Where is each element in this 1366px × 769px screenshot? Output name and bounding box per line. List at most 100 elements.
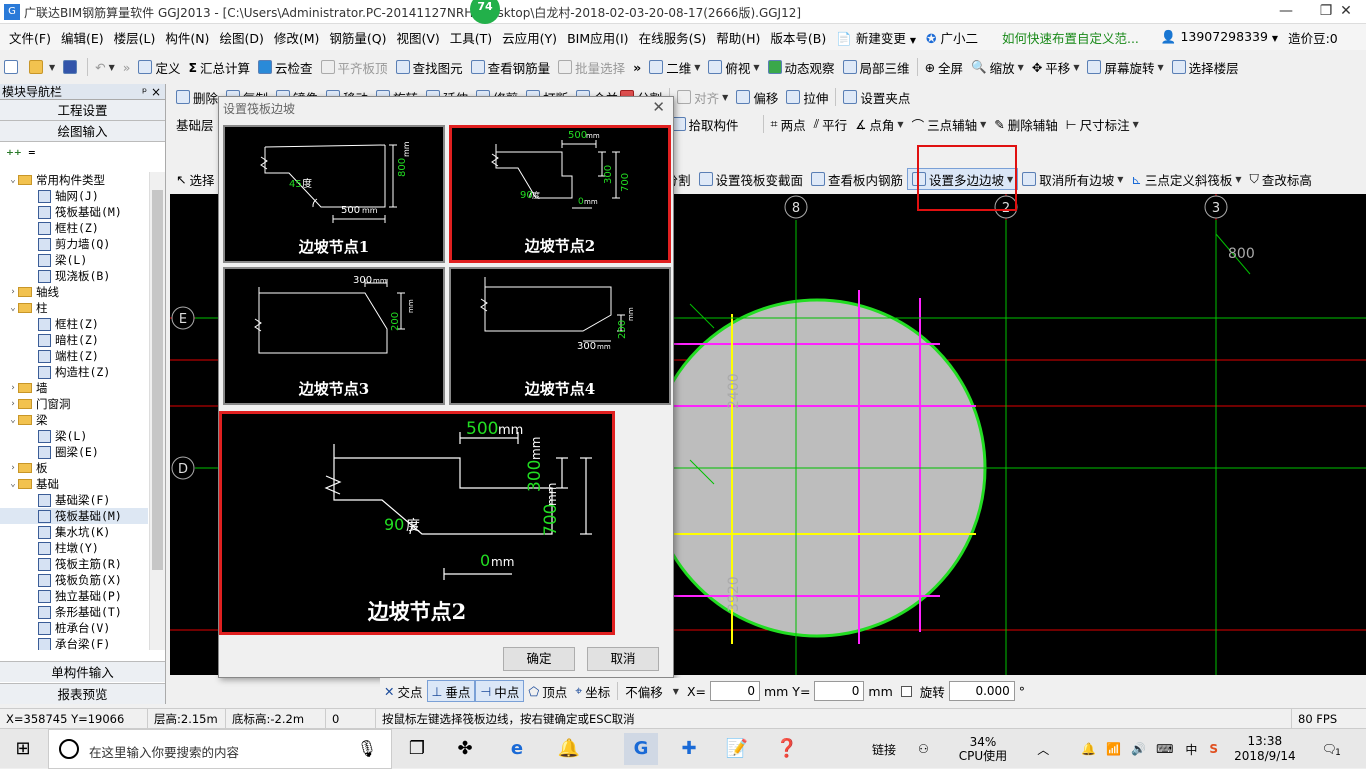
delete-axis-button[interactable]: ✎ 删除辅轴 bbox=[990, 113, 1062, 135]
fullscreen-button[interactable]: ⊕ 全屏 bbox=[921, 56, 968, 78]
stretch-button[interactable]: 拉伸 bbox=[782, 86, 832, 108]
menu-online[interactable]: 在线服务(S) bbox=[634, 28, 712, 47]
action-center-icon[interactable]: 🗨 1 bbox=[1322, 742, 1341, 758]
define-button[interactable]: 定义 bbox=[134, 56, 184, 78]
parallel-axis-button[interactable]: ⫽ 平行 bbox=[810, 113, 852, 135]
y-offset-input[interactable]: 0 bbox=[814, 681, 865, 701]
ime-indicator[interactable]: 中 bbox=[1185, 741, 1197, 758]
tree-item[interactable]: 集水坑(K) bbox=[0, 524, 148, 540]
tree-item[interactable]: 端柱(Z) bbox=[0, 348, 148, 364]
three-point-slope-dropdown[interactable]: ⊾ 三点定义斜筏板 ▼ bbox=[1127, 168, 1245, 190]
tree-folder[interactable]: › 轴线 bbox=[0, 284, 148, 300]
collapse-toggle-icon[interactable]: ⌄ bbox=[8, 412, 18, 428]
link-label[interactable]: 链接 bbox=[872, 741, 896, 758]
find-element-button[interactable]: 查找图元 bbox=[392, 56, 467, 78]
tree-item[interactable]: 剪力墙(Q) bbox=[0, 236, 148, 252]
ok-button[interactable]: 确定 bbox=[503, 647, 575, 671]
expand-toggle-icon[interactable]: › bbox=[8, 460, 18, 476]
flat-top-button[interactable]: 平齐板顶 bbox=[317, 56, 392, 78]
slope-node-option-4[interactable]: 300 mm 200 mm 边坡节点4 bbox=[449, 267, 671, 405]
pick-component-button[interactable]: 拾取构件 bbox=[668, 113, 743, 135]
batch-select-button[interactable]: 批量选择 bbox=[554, 56, 629, 78]
expand-all-icon[interactable]: ⁺⁺ bbox=[6, 146, 22, 164]
rotate-screen-dropdown[interactable]: 屏幕旋转 ▼ bbox=[1083, 56, 1167, 78]
notes-app-button[interactable]: 📝 bbox=[720, 733, 754, 765]
open-file-button[interactable]: ▼ bbox=[25, 56, 59, 78]
assistant-button[interactable]: ✪ 广小二 bbox=[921, 28, 983, 47]
tree-item[interactable]: 轴网(J) bbox=[0, 188, 148, 204]
tree-folder[interactable]: ⌄ 基础 bbox=[0, 476, 148, 492]
menu-draw[interactable]: 绘图(D) bbox=[214, 28, 268, 47]
save-button[interactable] bbox=[59, 56, 84, 78]
tree-item[interactable]: 条形基础(T) bbox=[0, 604, 148, 620]
snap-vertex-toggle[interactable]: ⬠ 顶点 bbox=[524, 680, 571, 702]
set-grip-button[interactable]: 设置夹点 bbox=[839, 86, 914, 108]
cancel-all-slopes-dropdown[interactable]: 取消所有边坡 ▼ bbox=[1018, 168, 1127, 190]
tree-item[interactable]: 筏板主筋(R) bbox=[0, 556, 148, 572]
snap-midpoint-toggle[interactable]: ⊣ 中点 bbox=[475, 680, 525, 702]
tree-item[interactable]: 桩承台(V) bbox=[0, 620, 148, 636]
slope-node-option-1[interactable]: 800 mm 45 度 500 mm 边坡节点1 bbox=[223, 125, 445, 263]
redo-button[interactable]: » bbox=[119, 56, 135, 78]
sogou-icon[interactable]: S bbox=[1209, 742, 1218, 756]
menu-rebar-qty[interactable]: 钢筋量(Q) bbox=[324, 28, 391, 47]
menu-edit[interactable]: 编辑(E) bbox=[56, 28, 109, 47]
tree-item[interactable]: 筏板基础(M) bbox=[0, 204, 148, 220]
user-phone[interactable]: 👤 13907298339 ▼ bbox=[1156, 29, 1283, 45]
cpu-meter[interactable]: 34% CPU使用 bbox=[959, 735, 1007, 763]
x-offset-input[interactable]: 0 bbox=[709, 681, 760, 701]
layer-select[interactable]: 基础层 bbox=[172, 113, 218, 135]
tree-item[interactable]: 梁(L) bbox=[0, 428, 148, 444]
tray-overflow-icon[interactable]: ︿ bbox=[1037, 741, 1049, 758]
dynamic-observe-button[interactable]: 动态观察 bbox=[764, 56, 839, 78]
minimize-button[interactable]: — bbox=[1266, 0, 1306, 24]
tip-link[interactable]: 如何快速布置自定义范... bbox=[997, 28, 1144, 47]
expand-toggle-icon[interactable]: › bbox=[8, 396, 18, 412]
wifi-icon[interactable]: 📶 bbox=[1106, 742, 1121, 756]
tree-item[interactable]: 现浇板(B) bbox=[0, 268, 148, 284]
fan-app-button[interactable]: ✤ bbox=[448, 733, 482, 765]
tree-folder[interactable]: › 门窗洞 bbox=[0, 396, 148, 412]
tree-item[interactable]: 框柱(Z) bbox=[0, 220, 148, 236]
view-2d-dropdown[interactable]: 二维 ▼ bbox=[645, 56, 704, 78]
tree-item[interactable]: 暗柱(Z) bbox=[0, 332, 148, 348]
offset-button[interactable]: 偏移 bbox=[732, 86, 782, 108]
tree-scroll-thumb[interactable] bbox=[152, 190, 163, 570]
nav-pin-close[interactable]: ᵖ × bbox=[142, 84, 165, 99]
notification-bell-icon[interactable]: 🔔 bbox=[1081, 742, 1096, 756]
tree-item[interactable]: 基础梁(F) bbox=[0, 492, 148, 508]
tree-item[interactable]: 筏板基础(M) bbox=[0, 508, 148, 524]
new-file-button[interactable] bbox=[0, 56, 25, 78]
tree-item[interactable]: 梁(L) bbox=[0, 252, 148, 268]
project-settings-tab[interactable]: 工程设置 bbox=[0, 100, 165, 121]
sum-button[interactable]: Σ 汇总计算 bbox=[184, 56, 254, 78]
two-point-axis-button[interactable]: ⌗ 两点 bbox=[767, 113, 810, 135]
view-slab-rebar-button[interactable]: 查看板内钢筋 bbox=[807, 168, 907, 190]
tree-item[interactable]: 框柱(Z) bbox=[0, 316, 148, 332]
dimension-dropdown[interactable]: ⊢ 尺寸标注 ▼ bbox=[1062, 113, 1143, 135]
zoom-dropdown[interactable]: 🔍 缩放 ▼ bbox=[967, 56, 1028, 78]
single-component-input-tab[interactable]: 单构件输入 bbox=[0, 661, 165, 682]
slope-node-option-2[interactable]: 500 mm 300 700 90 度 0 mm 边坡节点2 bbox=[449, 125, 671, 263]
offset-mode-select[interactable]: 不偏移 ▼ bbox=[621, 680, 683, 702]
close-button[interactable]: ✕ bbox=[1326, 0, 1366, 24]
delete-button[interactable]: 删除 bbox=[172, 86, 222, 108]
edge-button[interactable]: e bbox=[500, 733, 534, 765]
snap-intersection-toggle[interactable]: ✕ 交点 bbox=[380, 680, 427, 702]
new-change-button[interactable]: 📄 新建变更 ▼ bbox=[831, 28, 921, 47]
help-app-button[interactable]: ❓ bbox=[770, 733, 804, 765]
tree-item[interactable]: 承台梁(F) bbox=[0, 636, 148, 650]
tree-folder[interactable]: ⌄ 柱 bbox=[0, 300, 148, 316]
collapse-toggle-icon[interactable]: ⌄ bbox=[8, 476, 18, 492]
expand-toggle-icon[interactable]: › bbox=[8, 380, 18, 396]
clock[interactable]: 13:38 2018/9/14 bbox=[1234, 734, 1296, 764]
start-button[interactable]: ⊞ bbox=[6, 733, 40, 765]
glodon-app-button[interactable]: G bbox=[624, 733, 658, 765]
toolbar-overflow[interactable]: » bbox=[629, 56, 645, 78]
menu-file[interactable]: 文件(F) bbox=[4, 28, 56, 47]
menu-tools[interactable]: 工具(T) bbox=[445, 28, 497, 47]
taskbar-search[interactable]: 在这里输入你要搜索的内容 🎙 bbox=[48, 729, 392, 769]
snap-perpendicular-toggle[interactable]: ⊥ 垂点 bbox=[426, 680, 476, 702]
select-button[interactable]: ↖ 选择 bbox=[172, 168, 219, 190]
menu-floor[interactable]: 楼层(L) bbox=[109, 28, 161, 47]
